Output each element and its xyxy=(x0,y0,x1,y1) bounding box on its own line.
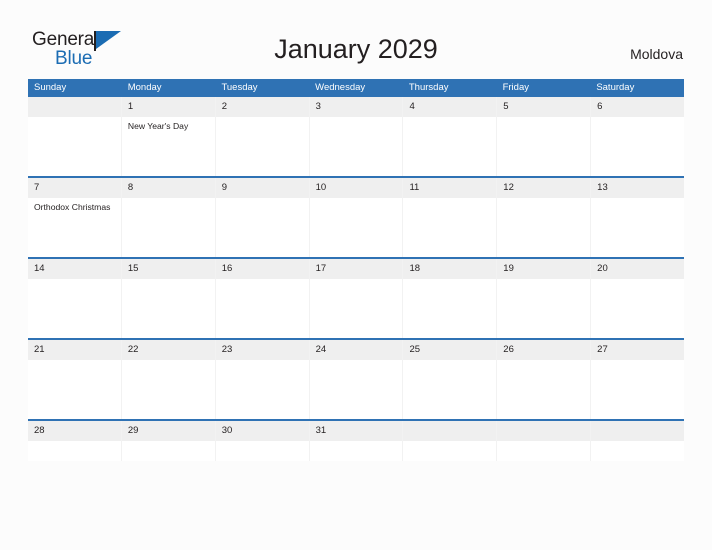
day-events: New Year's Day xyxy=(122,117,215,132)
day-cell[interactable]: 4 xyxy=(403,97,498,176)
day-cell[interactable]: 20 xyxy=(591,259,685,338)
day-number: 18 xyxy=(403,259,497,279)
day-number: 5 xyxy=(497,97,591,117)
calendar-week-cells: 28 29 30 31 xyxy=(28,421,685,461)
day-cell[interactable]: 27 xyxy=(591,340,685,419)
day-number: 22 xyxy=(121,340,215,360)
weekday-header-friday: Friday xyxy=(502,82,529,93)
day-number: 7 xyxy=(28,178,121,198)
day-number: 2 xyxy=(215,97,309,117)
day-number: 19 xyxy=(497,259,591,279)
day-cell[interactable]: 5 xyxy=(497,97,592,176)
day-cell[interactable]: 6 xyxy=(591,97,685,176)
day-cell[interactable]: 26 xyxy=(497,340,592,419)
day-cell[interactable]: 31 xyxy=(309,421,404,461)
day-cell[interactable]: 19 xyxy=(497,259,592,338)
day-number: 11 xyxy=(403,178,497,198)
day-number: 1 xyxy=(121,97,215,117)
day-cell[interactable]: 23 xyxy=(215,340,310,419)
day-number: 14 xyxy=(28,259,121,279)
page-title: January 2029 xyxy=(274,34,438,64)
page-header: General Blue January 2029 Moldova xyxy=(0,0,712,76)
day-number: 27 xyxy=(591,340,685,360)
day-number xyxy=(28,97,121,117)
day-cell[interactable]: 28 xyxy=(28,421,122,461)
day-cell[interactable]: 15 xyxy=(121,259,216,338)
weekday-header-tuesday: Tuesday xyxy=(221,82,258,93)
calendar-week-row: 1 New Year's Day 2 3 4 5 6 xyxy=(28,97,685,176)
calendar-week-row: 21 22 23 24 25 26 27 xyxy=(28,338,685,419)
calendar-weeks: 1 New Year's Day 2 3 4 5 6 7 Orthodox Christmas 8… xyxy=(28,97,685,461)
day-number: 16 xyxy=(215,259,309,279)
day-cell[interactable]: 14 xyxy=(28,259,122,338)
day-cell[interactable]: 16 xyxy=(215,259,310,338)
day-number: 23 xyxy=(215,340,309,360)
day-cell-empty xyxy=(497,421,592,461)
day-number: 30 xyxy=(215,421,309,441)
day-cell-empty xyxy=(28,97,122,176)
day-number: 8 xyxy=(121,178,215,198)
country-label: Moldova xyxy=(630,46,683,62)
weekday-header-thursday: Thursday xyxy=(408,82,449,93)
calendar-week-cells: 21 22 23 24 25 26 27 xyxy=(28,340,685,419)
day-cell[interactable]: 9 xyxy=(215,178,310,257)
day-number: 15 xyxy=(121,259,215,279)
day-cell[interactable]: 30 xyxy=(215,421,310,461)
calendar-week-cells: 1 New Year's Day 2 3 4 5 6 xyxy=(28,97,685,176)
day-cell[interactable]: 29 xyxy=(121,421,216,461)
weekday-header-wednesday: Wednesday xyxy=(315,82,366,93)
day-number: 3 xyxy=(309,97,403,117)
day-number: 6 xyxy=(591,97,685,117)
calendar-week-row: 14 15 16 17 18 19 20 xyxy=(28,257,685,338)
holiday-label: New Year's Day xyxy=(127,121,189,131)
day-cell[interactable]: 7 Orthodox Christmas xyxy=(28,178,122,257)
day-number: 9 xyxy=(215,178,309,198)
day-cell[interactable]: 21 xyxy=(28,340,122,419)
day-number: 24 xyxy=(309,340,403,360)
day-cell[interactable]: 11 xyxy=(403,178,498,257)
day-cell[interactable]: 25 xyxy=(403,340,498,419)
day-number: 13 xyxy=(591,178,685,198)
holiday-label: Orthodox Christmas xyxy=(34,202,111,212)
day-cell-empty xyxy=(403,421,498,461)
day-cell-empty xyxy=(591,421,685,461)
day-number: 4 xyxy=(403,97,497,117)
day-cell[interactable]: 1 New Year's Day xyxy=(121,97,216,176)
calendar-week-row: 28 29 30 31 xyxy=(28,419,685,461)
weekday-header-row: Sunday Monday Tuesday Wednesday Thursday… xyxy=(28,79,684,97)
calendar-page: General Blue January 2029 Moldova Sunday… xyxy=(0,0,712,550)
day-number: 29 xyxy=(121,421,215,441)
day-cell[interactable]: 24 xyxy=(309,340,404,419)
calendar-week-cells: 14 15 16 17 18 19 20 xyxy=(28,259,685,338)
day-cell[interactable]: 8 xyxy=(121,178,216,257)
day-cell[interactable]: 13 xyxy=(591,178,685,257)
day-number: 21 xyxy=(28,340,121,360)
day-number: 20 xyxy=(591,259,685,279)
day-cell[interactable]: 3 xyxy=(309,97,404,176)
day-number: 31 xyxy=(309,421,403,441)
day-cell[interactable]: 10 xyxy=(309,178,404,257)
day-cell[interactable]: 17 xyxy=(309,259,404,338)
day-cell[interactable]: 12 xyxy=(497,178,592,257)
day-number: 26 xyxy=(497,340,591,360)
calendar-grid: Sunday Monday Tuesday Wednesday Thursday… xyxy=(28,79,685,461)
day-cell[interactable]: 18 xyxy=(403,259,498,338)
calendar-week-row: 7 Orthodox Christmas 8 9 10 11 12 13 xyxy=(28,176,685,257)
day-number: 28 xyxy=(28,421,121,441)
weekday-header-saturday: Saturday xyxy=(596,82,635,93)
day-number: 10 xyxy=(309,178,403,198)
day-number: 12 xyxy=(497,178,591,198)
calendar-week-cells: 7 Orthodox Christmas 8 9 10 11 12 13 xyxy=(28,178,685,257)
day-cell[interactable]: 2 xyxy=(215,97,310,176)
day-number: 17 xyxy=(309,259,403,279)
day-cell[interactable]: 22 xyxy=(121,340,216,419)
day-number: 25 xyxy=(403,340,497,360)
weekday-header-monday: Monday xyxy=(127,82,162,93)
day-events: Orthodox Christmas xyxy=(28,198,121,213)
day-number xyxy=(403,421,497,441)
weekday-header-sunday: Sunday xyxy=(34,82,67,93)
day-number xyxy=(497,421,591,441)
day-number xyxy=(591,421,685,441)
